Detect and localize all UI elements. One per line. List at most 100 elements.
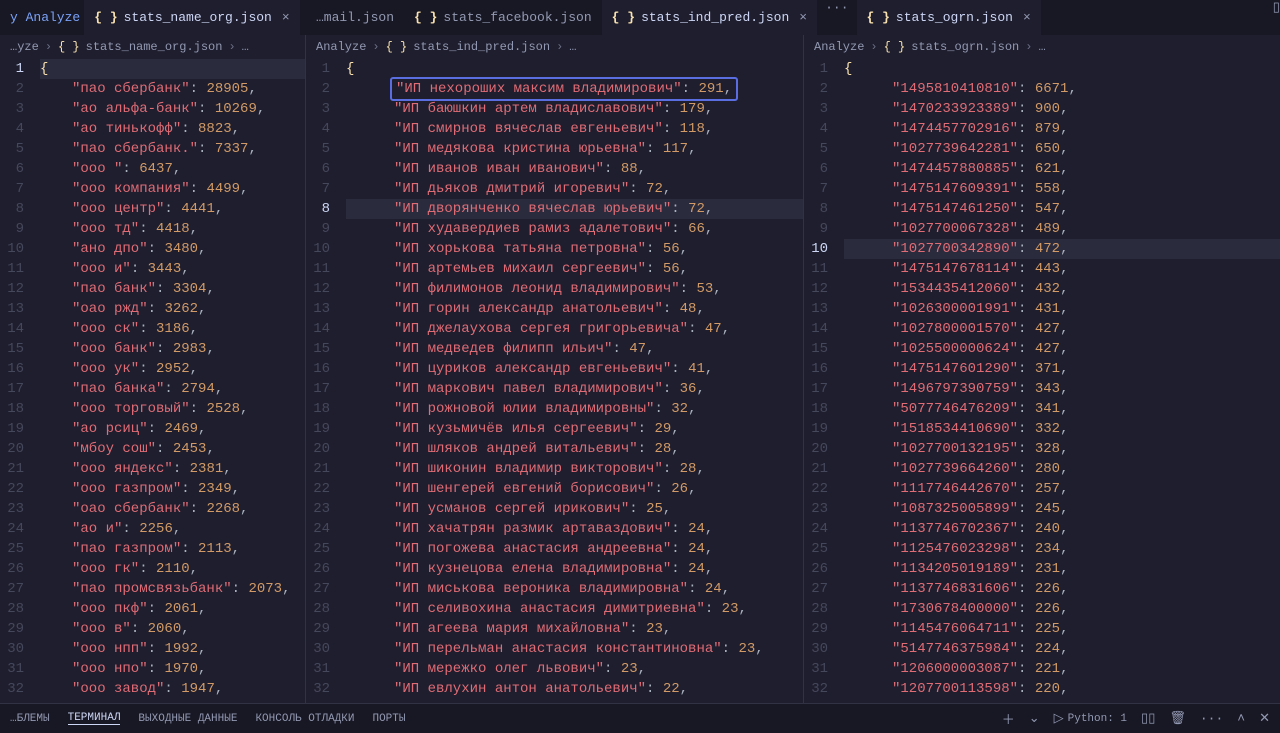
code-line[interactable]: "ао альфа-банк": 10269, [40,99,305,119]
code-line[interactable]: "ооо ": 6437, [40,159,305,179]
code-line[interactable]: "1027700342890": 472, [844,239,1280,259]
code-line[interactable]: "1125476023298": 234, [844,539,1280,559]
editor-left[interactable]: 1234567891011121314151617181920212223242… [0,59,305,703]
terminal-tab-output[interactable]: ВЫХОДНЫЕ ДАННЫЕ [138,713,237,725]
close-panel-icon[interactable]: ✕ [1259,711,1270,726]
breadcrumb[interactable]: Analyze › { } stats_ind_pred.json › … [306,35,803,59]
code-line[interactable]: "ИП мережко олег львович": 23, [346,659,803,679]
code-line[interactable]: "пао газпром": 2113, [40,539,305,559]
code-line[interactable]: "пао сбербанк.": 7337, [40,139,305,159]
code-line[interactable]: "ИП кузнецова елена владимировна": 24, [346,559,803,579]
tab-ind-pred[interactable]: { } stats_ind_pred.json × [602,0,817,35]
code-line[interactable]: "пао банк": 3304, [40,279,305,299]
code-line[interactable]: "ИП маркович павел владимирович": 36, [346,379,803,399]
code-line[interactable]: "оао сбербанк": 2268, [40,499,305,519]
code-line[interactable]: "ИП филимонов леонид владимирович": 53, [346,279,803,299]
chevron-up-icon[interactable]: ˄ [1237,711,1245,726]
code-line[interactable]: "1475147461250": 547, [844,199,1280,219]
code-line[interactable]: "1027700132195": 328, [844,439,1280,459]
code-line[interactable]: "ИП шляков андрей витальевич": 28, [346,439,803,459]
terminal-tab-problems[interactable]: …БЛЕМЫ [10,713,50,725]
code-line[interactable]: "1117746442670": 257, [844,479,1280,499]
code-line[interactable]: "1027739664260": 280, [844,459,1280,479]
code-line[interactable]: "ИП медякова кристина юрьевна": 117, [346,139,803,159]
code-line[interactable]: "ИП селивохина анастасия димитриевна": 2… [346,599,803,619]
code-line[interactable]: "ооо ук": 2952, [40,359,305,379]
new-terminal-icon[interactable]: ＋ [1002,709,1015,728]
code-line[interactable]: "1026300001991": 431, [844,299,1280,319]
code-line[interactable]: "ИП дворянченко вячеслав юрьевич": 72, [346,199,803,219]
code-line[interactable]: "ооо торговый": 2528, [40,399,305,419]
breadcrumb[interactable]: …yze › { } stats_name_org.json › … [0,35,305,59]
code-line[interactable]: "ИП евлухин антон анатольевич": 22, [346,679,803,699]
code-line[interactable]: "ИП дьяков дмитрий игоревич": 72, [346,179,803,199]
editor-right[interactable]: 1234567891011121314151617181920212223242… [804,59,1280,703]
code-line[interactable]: "1145476064711": 225, [844,619,1280,639]
code-line[interactable]: "ооо банк": 2983, [40,339,305,359]
code-line[interactable]: "1206000003087": 221, [844,659,1280,679]
code-line[interactable]: "ИП баюшкин артем владиславович": 179, [346,99,803,119]
code-line[interactable]: "ао рсиц": 2469, [40,419,305,439]
code-line[interactable]: "ИП миськова вероника владимировна": 24, [346,579,803,599]
trash-icon[interactable]: 🗑 [1169,711,1186,726]
code-line[interactable]: "1134205019189": 231, [844,559,1280,579]
code-line[interactable]: "ИП усманов сергей ирикович": 25, [346,499,803,519]
code-line[interactable]: "ооо тд": 4418, [40,219,305,239]
code-line[interactable]: "1027800001570": 427, [844,319,1280,339]
code-line[interactable]: "1475147609391": 558, [844,179,1280,199]
code-line[interactable]: "ИП горин александр анатольевич": 48, [346,299,803,319]
code-line[interactable]: "1207700113598": 220, [844,679,1280,699]
code-line[interactable]: "ИП худавердиев рамиз адалетович": 66, [346,219,803,239]
tab-stats-name-org[interactable]: { } stats_name_org.json × [84,0,299,35]
code-line[interactable]: "ооо пкф": 2061, [40,599,305,619]
code-line[interactable]: "ооо в": 2060, [40,619,305,639]
code-line[interactable]: "ооо гк": 2110, [40,559,305,579]
code-line[interactable]: "ИП иванов иван иванович": 88, [346,159,803,179]
code-line[interactable]: "ооо компания": 4499, [40,179,305,199]
chevron-down-icon[interactable]: ⌄ [1029,711,1040,726]
code-line[interactable]: "ооо центр": 4441, [40,199,305,219]
split-terminal-icon[interactable]: ▯▯ [1141,711,1155,726]
code-line[interactable]: { [40,59,305,79]
code-line[interactable]: "ИП агеева мария михайловна": 23, [346,619,803,639]
code-line[interactable]: "ооо газпром": 2349, [40,479,305,499]
code-line[interactable]: "пао банка": 2794, [40,379,305,399]
code-line[interactable]: "5147746375984": 224, [844,639,1280,659]
code-line[interactable]: "1137746831606": 226, [844,579,1280,599]
breadcrumb[interactable]: Analyze › { } stats_ogrn.json › … [804,35,1280,59]
code-line[interactable]: "1137746702367": 240, [844,519,1280,539]
code-line[interactable]: "ооо яндекс": 2381, [40,459,305,479]
code-line[interactable]: "1087325005899": 245, [844,499,1280,519]
terminal-tab-ports[interactable]: ПОРТЫ [372,713,405,725]
code-line[interactable]: "1025500000624": 427, [844,339,1280,359]
split-editor-icon[interactable]: ▯▯ [1273,0,1280,35]
code-line[interactable]: "ао тинькофф": 8823, [40,119,305,139]
code-line[interactable]: "ИП цуриков александр евгеньевич": 41, [346,359,803,379]
code[interactable]: {"1495810410810": 6671,"1470233923389": … [844,59,1280,703]
code-line[interactable]: { [346,59,803,79]
code-line[interactable]: "ИП смирнов вячеслав евгеньевич": 118, [346,119,803,139]
code-line[interactable]: "ИП хачатрян размик артаваздович": 24, [346,519,803,539]
code-line[interactable]: { [844,59,1280,79]
tab-ogrn[interactable]: { } stats_ogrn.json × [857,0,1041,35]
code-line[interactable]: "ИП медведев филипп ильич": 47, [346,339,803,359]
code-line[interactable]: "1474457702916": 879, [844,119,1280,139]
tab-overflow-icon[interactable]: ··· [817,0,856,35]
code-line[interactable]: "ИП перельман анастасия константиновна":… [346,639,803,659]
code-line[interactable]: "ооо завод": 1947, [40,679,305,699]
code-line[interactable]: "пао сбербанк": 28905, [40,79,305,99]
code-line[interactable]: "1470233923389": 900, [844,99,1280,119]
close-icon[interactable]: × [799,10,807,25]
code-line[interactable]: "1730678400000": 226, [844,599,1280,619]
code-line[interactable]: "1534435412060": 432, [844,279,1280,299]
tab-mail[interactable]: …mail.json [306,0,404,35]
close-icon[interactable]: × [282,10,290,25]
code-line[interactable]: "ано дпо": 3480, [40,239,305,259]
terminal-tab-debug[interactable]: КОНСОЛЬ ОТЛАДКИ [255,713,354,725]
code-line[interactable]: "ооо нпо": 1970, [40,659,305,679]
code-line[interactable]: "1496797390759": 343, [844,379,1280,399]
code-line[interactable]: "ИП артемьев михаил сергеевич": 56, [346,259,803,279]
code-line[interactable]: "ИП шиконин владимир викторович": 28, [346,459,803,479]
code-line[interactable]: "1475147601290": 371, [844,359,1280,379]
code-line[interactable]: "ооо ск": 3186, [40,319,305,339]
